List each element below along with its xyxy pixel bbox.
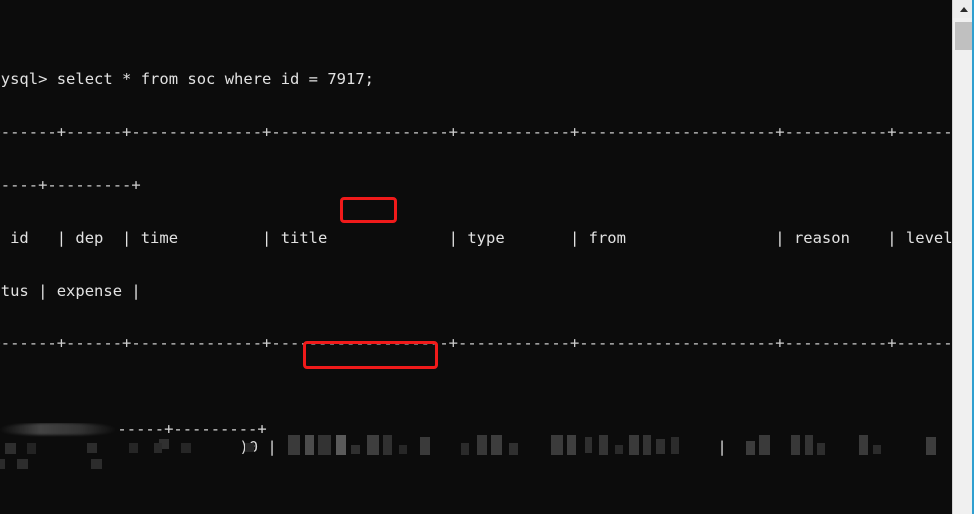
table1-redacted-row: -----+---------+ )0 | | xyxy=(0,423,952,475)
table1-rule-top-b: -----+---------+ xyxy=(0,175,141,194)
terminal-output[interactable]: mysql> select * from soc where id = 7917… xyxy=(0,0,952,514)
terminal-window: mysql> select * from soc where id = 7917… xyxy=(0,0,974,514)
scroll-up-button[interactable] xyxy=(953,0,974,18)
command-line-1: mysql> select * from soc where id = 7917… xyxy=(0,70,375,89)
chevron-up-icon xyxy=(959,6,968,12)
table1-rule-mid-a: +------+------+--------------+----------… xyxy=(0,334,952,353)
scrollbar-thumb[interactable] xyxy=(955,22,972,50)
table1-rule-top-a: +------+------+--------------+----------… xyxy=(0,123,952,142)
table1-header-b: atus | expense | xyxy=(0,281,141,300)
scrollbar-track[interactable] xyxy=(953,18,974,514)
table1-header-a: | id | dep | time | title | type | from … xyxy=(0,228,952,247)
vertical-scrollbar[interactable] xyxy=(952,0,974,514)
table1-redacted-pipe: | xyxy=(717,438,727,457)
table1-rule-mid-b: -----+---------+ xyxy=(117,423,267,439)
redaction-smear xyxy=(0,423,118,436)
